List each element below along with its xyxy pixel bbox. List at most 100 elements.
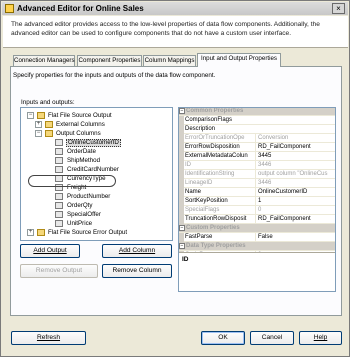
header-description-area: The advanced editor provides access to t… [3, 16, 348, 48]
property-row-id[interactable]: ID 3446 [179, 161, 335, 170]
property-row-truncationrowdisposit[interactable]: TruncationRowDisposit RD_FailComponent [179, 215, 335, 224]
property-value[interactable]: OnlineCustomerID [255, 188, 335, 197]
tab-component-properties[interactable]: Component Properties [77, 55, 142, 66]
column-icon [55, 139, 63, 146]
collapse-icon[interactable]: − [179, 243, 185, 249]
property-row-sortkeyposition[interactable]: SortKeyPosition 1 [179, 197, 335, 206]
collapse-icon[interactable]: − [35, 130, 42, 137]
property-name: Common Properties [186, 108, 244, 114]
property-value[interactable]: False [255, 233, 335, 242]
column-icon [55, 157, 63, 164]
remove-output-button[interactable]: Remove Output [20, 264, 98, 278]
row-gutter [179, 170, 184, 179]
tab-connection-managers[interactable]: Connection Managers [13, 55, 75, 66]
property-name: ExternalMetadataColun [185, 153, 248, 159]
property-name: SpecialFlags [185, 207, 220, 213]
tree-node-label: Flat File Source Error Output [48, 229, 128, 236]
app-icon [5, 4, 14, 13]
property-row-errorortruncationope[interactable]: ErrorOrTruncationOpe Conversion [179, 134, 335, 143]
panel-description: Specify properties for the inputs and ou… [13, 72, 216, 79]
add-output-button[interactable]: Add Output [20, 244, 80, 258]
column-icon [55, 166, 63, 173]
help-button[interactable]: Help [299, 331, 342, 345]
collapse-icon[interactable]: − [27, 112, 34, 119]
property-value[interactable]: RD_FailComponent [255, 215, 335, 224]
property-row-errorrowdisposition[interactable]: ErrorRowDisposition RD_FailComponent [179, 143, 335, 152]
property-name: Description [185, 126, 216, 132]
property-row-description[interactable]: Description [179, 125, 335, 134]
row-gutter [179, 233, 184, 242]
advanced-editor-window: Advanced Editor for Online Sales × The a… [0, 0, 350, 357]
property-category-data-type-properties[interactable]: − Data Type Properties [179, 242, 335, 251]
row-gutter [179, 134, 184, 143]
row-gutter [179, 143, 184, 152]
property-row-name[interactable]: Name OnlineCustomerID [179, 188, 335, 197]
window-title: Advanced Editor for Online Sales [17, 4, 144, 13]
property-value[interactable]: 3445 [255, 152, 335, 161]
tree-node-label: External Columns [56, 121, 105, 128]
folder-icon [45, 130, 53, 137]
property-row-fastparse[interactable]: FastParse False [179, 233, 335, 242]
header-description: The advanced editor provides access to t… [11, 21, 320, 37]
property-row-specialflags[interactable]: SpecialFlags 0 [179, 206, 335, 215]
tree-node-label: ProductNumber [67, 193, 111, 200]
property-value[interactable]: RD_FailComponent [255, 143, 335, 152]
collapse-icon[interactable]: − [179, 225, 185, 231]
inputs-outputs-tree[interactable]: − Flat File Source Output + External Col… [20, 107, 173, 241]
property-row-lineageid[interactable]: LineageID 3446 [179, 179, 335, 188]
property-row-identificationstring[interactable]: IdentificationString output column "Onlin… [179, 170, 335, 179]
expand-icon[interactable]: + [35, 121, 42, 128]
button-label: Add Column [118, 247, 156, 254]
remove-column-button[interactable]: Remove Column [102, 264, 172, 278]
tree-node-label: OrderQty [67, 202, 93, 209]
property-row-externalmetadatacolun[interactable]: ExternalMetadataColun 3445 [179, 152, 335, 161]
property-name: ID [185, 162, 191, 168]
property-name: Data Type Properties [186, 243, 246, 249]
property-category-custom-properties[interactable]: − Custom Properties [179, 224, 335, 233]
row-gutter [179, 215, 184, 224]
folder-icon [45, 121, 53, 128]
property-value: 3446 [255, 179, 335, 188]
column-icon [55, 202, 63, 209]
row-gutter [179, 179, 184, 188]
expand-icon[interactable]: + [27, 229, 34, 236]
tree-node-label: ShipMethod [67, 157, 101, 164]
row-gutter [179, 161, 184, 170]
property-help-pane: ID [179, 252, 335, 291]
tab-input-output-properties[interactable]: Input and Output Properties [197, 53, 281, 67]
refresh-button[interactable]: Refresh [11, 331, 86, 345]
property-category-common-properties[interactable]: − Common Properties [179, 108, 335, 116]
add-column-button[interactable]: Add Column [102, 244, 172, 258]
properties-grid[interactable]: − Common Properties ComparisonFlags Descrip… [179, 108, 335, 260]
cancel-button[interactable]: Cancel [250, 331, 294, 345]
properties-grid-container: − Common Properties ComparisonFlags Descrip… [178, 107, 336, 292]
tab-column-mappings[interactable]: Column Mappings [143, 55, 196, 66]
ok-button[interactable]: OK [201, 331, 245, 345]
output-folder-icon [37, 112, 45, 119]
property-name: FastParse [185, 234, 213, 240]
property-value[interactable]: 1 [255, 197, 335, 206]
property-name: IdentificationString [185, 171, 235, 177]
row-gutter [179, 125, 184, 134]
property-name: LineageID [185, 180, 213, 186]
row-gutter [179, 197, 184, 206]
property-name: ErrorOrTruncationOpe [185, 135, 245, 141]
close-button[interactable]: × [332, 3, 345, 14]
tree-node-label: OrderDate [67, 148, 96, 155]
row-gutter [179, 152, 184, 161]
tree-node-label: OnlineCustomerID [66, 139, 121, 147]
column-icon [55, 220, 63, 227]
property-value: Conversion [255, 134, 335, 143]
property-name: SortKeyPosition [185, 198, 228, 204]
row-gutter [179, 116, 184, 125]
inputs-outputs-label: Inputs and outputs: [21, 99, 75, 106]
property-name: ComparisonFlags [185, 117, 233, 123]
column-icon [55, 211, 63, 218]
tree-node-label: UnitPrice [67, 220, 93, 227]
title-bar[interactable]: Advanced Editor for Online Sales × [2, 2, 348, 15]
property-help-title: ID [182, 256, 189, 263]
property-row-comparisonflags[interactable]: ComparisonFlags [179, 116, 335, 125]
collapse-icon[interactable]: − [179, 108, 185, 114]
property-name: Name [185, 189, 202, 195]
column-icon [55, 193, 63, 200]
